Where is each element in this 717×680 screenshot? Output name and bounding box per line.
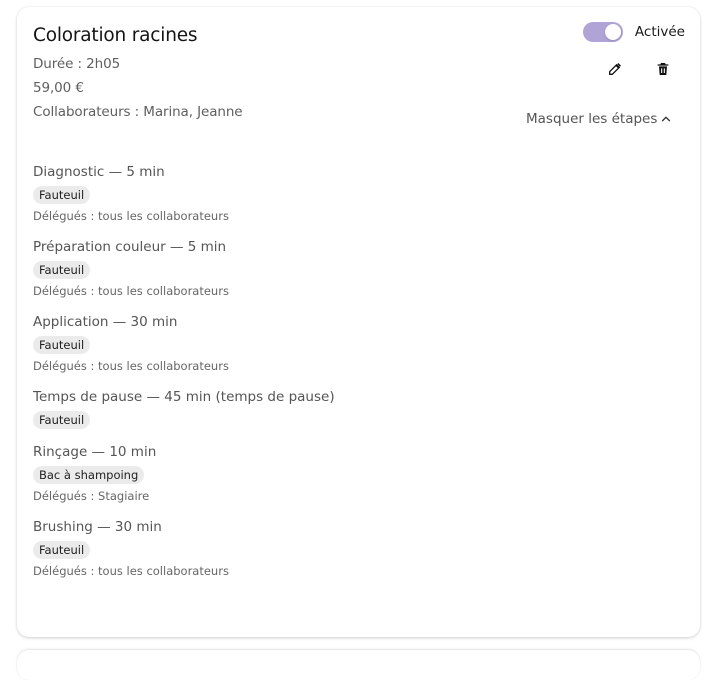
step-title: Préparation couleur — 5 min [33, 239, 227, 255]
step-item: Brushing — 30 min Fauteuil Délégués : to… [33, 518, 673, 579]
steps-list: Diagnostic — 5 min Fauteuil Délégués : t… [33, 163, 673, 593]
service-duration: Durée : 2h05 [33, 56, 121, 72]
resource-chip: Bac à shampoing [33, 466, 145, 484]
edit-button[interactable] [603, 57, 627, 81]
step-delegates: Délégués : tous les collaborateurs [33, 359, 229, 373]
status-toggle[interactable] [582, 22, 623, 42]
pencil-edit-icon [609, 63, 621, 75]
step-item: Rinçage — 10 min Bac à shampoing Délégué… [33, 443, 673, 504]
step-title: Application — 30 min [33, 314, 178, 330]
service-title: Coloration racines [33, 25, 198, 46]
step-delegates: Délégués : tous les collaborateurs [33, 284, 229, 298]
step-item: Temps de pause — 45 min (temps de pause)… [33, 388, 673, 429]
step-item: Préparation couleur — 5 min Fauteuil Dél… [33, 238, 673, 299]
resource-chip: Fauteuil [33, 261, 91, 279]
status-toggle-group: Activée [582, 22, 685, 42]
step-item: Application — 30 min Fauteuil Délégués :… [33, 313, 673, 374]
toggle-knob [604, 24, 621, 40]
resource-chip: Fauteuil [33, 541, 91, 559]
step-item: Diagnostic — 5 min Fauteuil Délégués : t… [33, 163, 673, 224]
resource-chip: Fauteuil [33, 336, 91, 354]
status-label: Activée [634, 24, 685, 40]
hide-steps-label: Masquer les étapes [526, 111, 658, 127]
step-title: Diagnostic — 5 min [33, 164, 165, 180]
next-service-card [17, 650, 700, 680]
step-title: Temps de pause — 45 min (temps de pause) [33, 389, 335, 405]
step-delegates: Délégués : tous les collaborateurs [33, 564, 229, 578]
resource-chip: Fauteuil [33, 186, 91, 204]
service-price: 59,00 € [33, 80, 84, 96]
service-collaborators: Collaborateurs : Marina, Jeanne [33, 104, 243, 120]
resource-chip: Fauteuil [33, 411, 91, 429]
step-delegates: Délégués : Stagiaire [33, 489, 150, 503]
hide-steps-button[interactable]: Masquer les étapes [526, 111, 673, 127]
delete-button[interactable] [651, 57, 675, 81]
step-title: Rinçage — 10 min [33, 444, 157, 460]
step-delegates: Délégués : tous les collaborateurs [33, 209, 229, 223]
step-title: Brushing — 30 min [33, 519, 162, 535]
service-card: Coloration racines Durée : 2h05 59,00 € … [17, 7, 700, 637]
trash-icon [657, 63, 669, 75]
chevron-up-icon [662, 116, 671, 122]
